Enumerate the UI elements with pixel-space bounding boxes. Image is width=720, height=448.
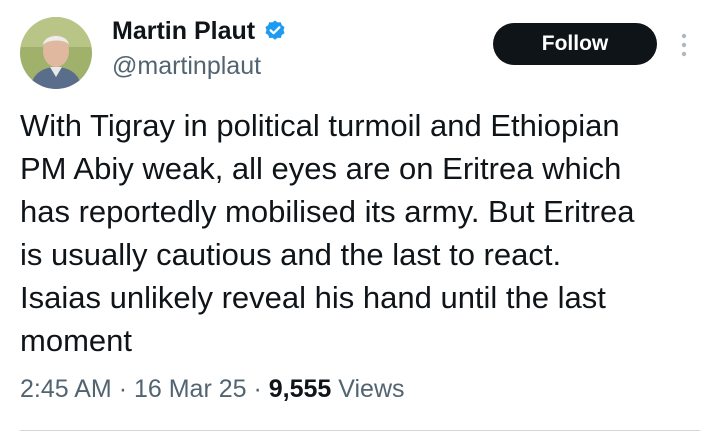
more-options-icon[interactable]: [680, 31, 688, 59]
profile-photo: [20, 17, 92, 89]
tweet-time[interactable]: 2:45 AM: [20, 375, 112, 403]
author-name[interactable]: Martin Plaut: [112, 16, 255, 46]
meta-separator: ·: [253, 375, 262, 403]
meta-separator: ·: [118, 375, 128, 403]
verified-badge-icon[interactable]: [263, 19, 287, 43]
author-handle[interactable]: @martinplaut: [112, 51, 261, 81]
author-name-row[interactable]: Martin Plaut: [112, 16, 287, 46]
tweet-date[interactable]: 16 Mar 25: [134, 375, 247, 403]
divider: [20, 430, 700, 431]
avatar[interactable]: [20, 17, 92, 89]
views-label: Views: [338, 375, 405, 403]
views-count[interactable]: 9,555: [269, 375, 332, 403]
tweet-meta: 2:45 AM · 16 Mar 25 · 9,555 Views: [20, 373, 405, 405]
tweet-text: With Tigray in political turmoil and Eth…: [20, 108, 635, 358]
follow-button[interactable]: Follow: [493, 23, 657, 65]
